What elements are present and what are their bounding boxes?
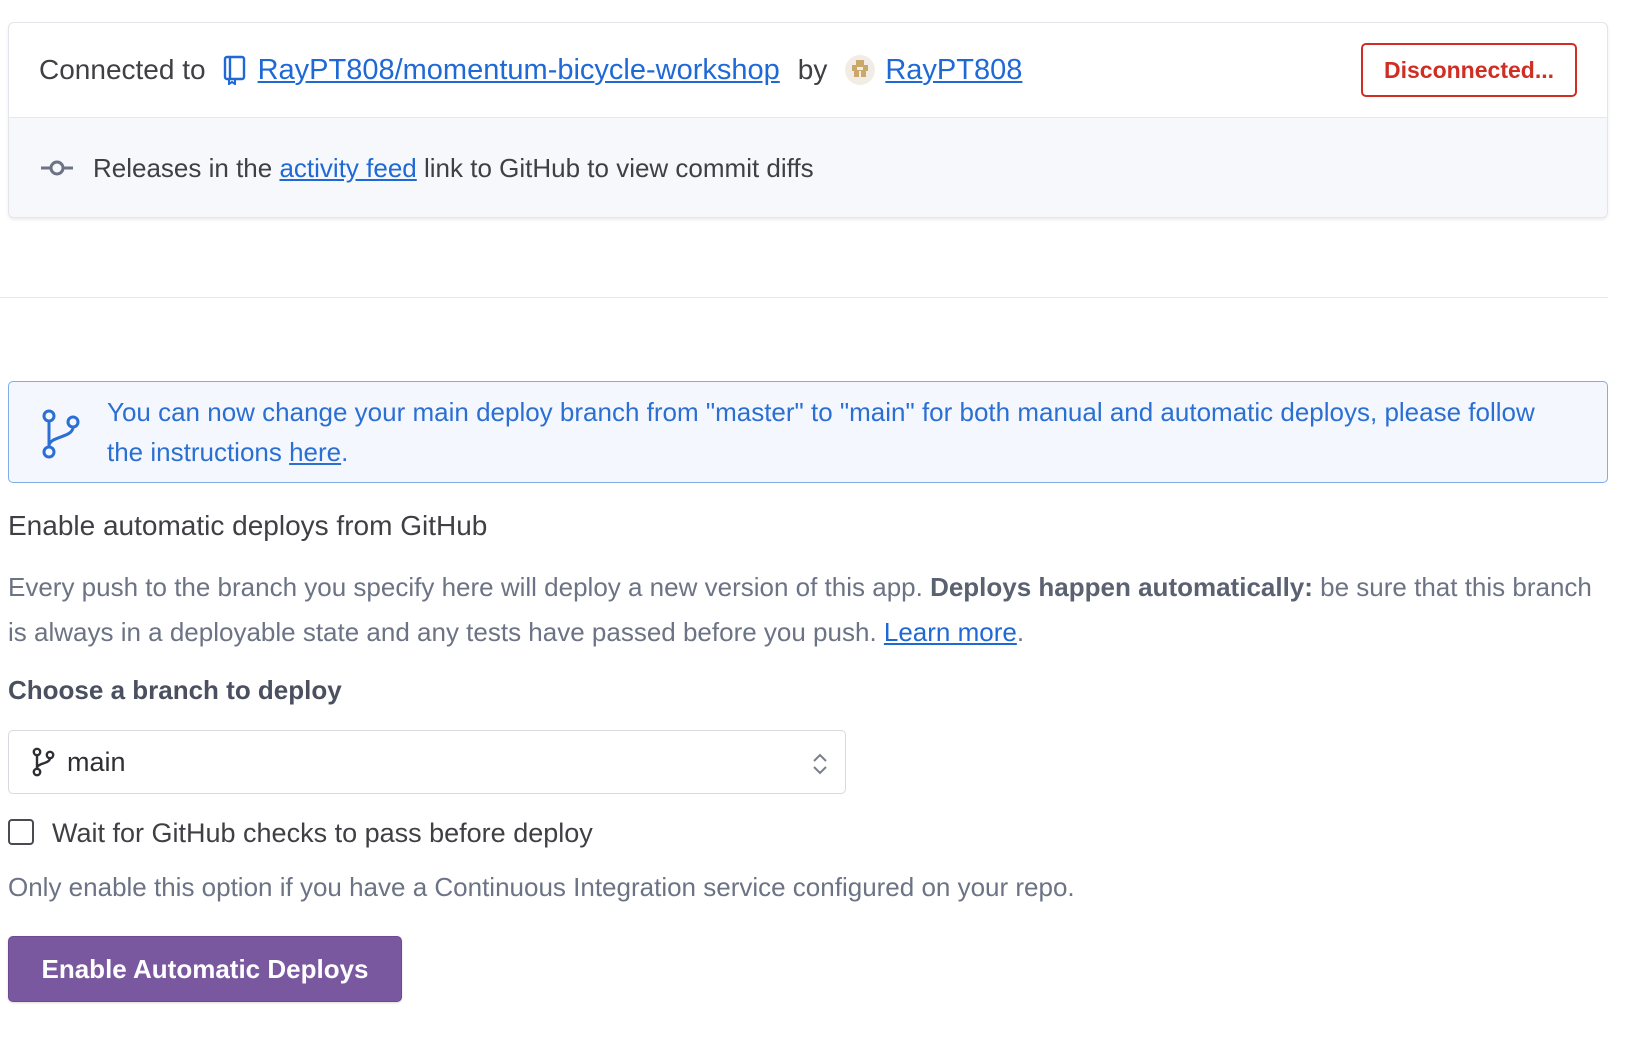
- section-divider: [0, 297, 1608, 298]
- branch-select[interactable]: main: [8, 730, 846, 794]
- connection-row: Connected to RayPT808/momentum-bicycle-w…: [9, 23, 1607, 118]
- repo-link[interactable]: RayPT808/momentum-bicycle-workshop: [258, 54, 780, 87]
- select-chevron-icon: [813, 753, 827, 775]
- releases-suffix: link to GitHub to view commit diffs: [424, 152, 814, 183]
- ci-help-text: Only enable this option if you have a Co…: [8, 872, 1075, 902]
- repo-icon: [223, 55, 245, 85]
- desc-period: .: [1016, 617, 1025, 647]
- auto-deploy-description: Every push to the branch you specify her…: [8, 565, 1608, 655]
- activity-feed-link[interactable]: activity feed: [279, 153, 416, 184]
- instructions-link[interactable]: here: [289, 437, 341, 467]
- enable-automatic-deploys-button[interactable]: Enable Automatic Deploys: [8, 936, 402, 1002]
- releases-info: Releases in the activity feed link to Gi…: [9, 118, 1607, 217]
- branch-info-banner: You can now change your main deploy bran…: [8, 381, 1608, 483]
- commit-icon: [41, 160, 73, 176]
- connected-to-label: Connected to: [39, 54, 206, 85]
- branch-icon: [42, 409, 80, 459]
- wait-for-checks-label[interactable]: Wait for GitHub checks to pass before de…: [52, 818, 593, 849]
- desc-bold: Deploys happen automatically:: [930, 572, 1313, 602]
- banner-end: .: [341, 437, 349, 467]
- branch-icon: [32, 747, 55, 777]
- wait-for-checks-row: Wait for GitHub checks to pass before de…: [8, 818, 593, 849]
- releases-prefix: Releases in the: [93, 152, 273, 183]
- auto-deploy-title: Enable automatic deploys from GitHub: [8, 510, 488, 541]
- branch-select-label: Choose a branch to deploy: [8, 675, 342, 705]
- github-connection-card: Connected to RayPT808/momentum-bicycle-w…: [8, 22, 1608, 218]
- banner-message: You can now change your main deploy bran…: [107, 392, 1577, 472]
- user-avatar[interactable]: [845, 55, 876, 85]
- learn-more-link[interactable]: Learn more: [884, 617, 1017, 647]
- disconnect-button[interactable]: Disconnected...: [1361, 43, 1577, 97]
- wait-for-checks-checkbox[interactable]: [8, 818, 34, 845]
- branch-select-value: main: [67, 746, 126, 777]
- user-link[interactable]: RayPT808: [885, 54, 1022, 87]
- desc-start: Every push to the branch you specify her…: [8, 572, 931, 602]
- by-label: by: [797, 54, 828, 85]
